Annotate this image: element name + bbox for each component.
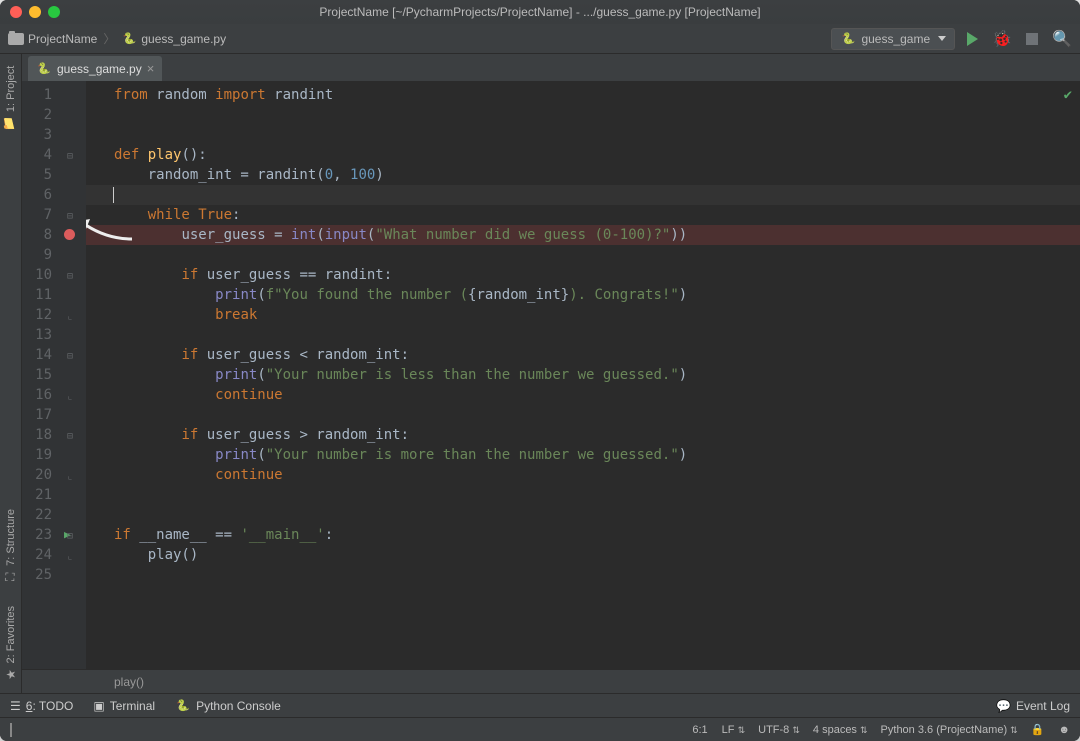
- caret-position-indicator[interactable]: 6:1: [692, 724, 707, 736]
- editor-tab-label: guess_game.py: [57, 62, 142, 76]
- gutter[interactable]: 1234567891011121314151617181920212223242…: [22, 81, 86, 669]
- code-line[interactable]: break: [86, 305, 1080, 325]
- favorites-tool-window-tab[interactable]: ★2: Favorites: [1, 594, 21, 693]
- code-editor[interactable]: ✔ 12345678910111213141516171819202122232…: [22, 81, 1080, 669]
- main-body: 📁1: Project ⛶7: Structure ★2: Favorites …: [0, 54, 1080, 693]
- code-line[interactable]: [86, 125, 1080, 145]
- breadcrumb-file[interactable]: guess_game.py: [141, 32, 226, 46]
- window-title: ProjectName [~/PycharmProjects/ProjectNa…: [0, 5, 1080, 19]
- line-numbers: 1234567891011121314151617181920212223242…: [22, 81, 58, 669]
- ide-status-icon[interactable]: ☻: [1058, 724, 1070, 736]
- code-line[interactable]: print(f"You found the number ({random_in…: [86, 285, 1080, 305]
- code-crumb[interactable]: play(): [114, 675, 144, 689]
- stop-button[interactable]: [1026, 33, 1038, 45]
- code-line[interactable]: def play():: [86, 145, 1080, 165]
- code-line[interactable]: print("Your number is less than the numb…: [86, 365, 1080, 385]
- event-log-tool-window-tab[interactable]: 💬Event Log: [996, 699, 1070, 713]
- terminal-tool-window-tab[interactable]: ▣Terminal: [93, 699, 155, 713]
- python-file-icon: [121, 31, 137, 47]
- search-everywhere-button[interactable]: 🔍: [1052, 29, 1072, 49]
- close-window-button[interactable]: [10, 6, 22, 18]
- code-line[interactable]: [86, 485, 1080, 505]
- breakpoint-icon[interactable]: [64, 229, 75, 240]
- code-line[interactable]: [86, 185, 1080, 205]
- editor-tab[interactable]: guess_game.py ×: [28, 56, 162, 81]
- fold-icon[interactable]: ⊟: [67, 531, 73, 542]
- python-icon: [175, 698, 191, 714]
- code-line[interactable]: from random import randint: [86, 85, 1080, 105]
- code-line[interactable]: [86, 245, 1080, 265]
- tool-window-bar-left: 📁1: Project ⛶7: Structure ★2: Favorites: [0, 54, 22, 693]
- zoom-window-button[interactable]: [48, 6, 60, 18]
- fold-end-icon: ⌞: [67, 391, 73, 402]
- status-bar: 6:1 LF ⇅ UTF-8 ⇅ 4 spaces ⇅ Python 3.6 (…: [0, 717, 1080, 741]
- run-button[interactable]: [967, 32, 978, 46]
- code-breadcrumbs[interactable]: play(): [22, 669, 1080, 693]
- fold-icon[interactable]: ⊟: [67, 271, 73, 282]
- window-controls: [0, 6, 60, 18]
- breadcrumb: ProjectName 〉 guess_game.py: [8, 30, 226, 47]
- code-line[interactable]: continue: [86, 465, 1080, 485]
- fold-end-icon: ⌞: [67, 471, 73, 482]
- ide-window: ProjectName [~/PycharmProjects/ProjectNa…: [0, 0, 1080, 741]
- code-area[interactable]: from random import randint def play(): ra…: [86, 81, 1080, 669]
- code-line[interactable]: play(): [86, 545, 1080, 565]
- chevron-down-icon: [938, 36, 946, 41]
- python-file-icon: [36, 61, 52, 77]
- lock-icon[interactable]: 🔒: [1031, 723, 1045, 736]
- code-line[interactable]: [86, 505, 1080, 525]
- debug-button[interactable]: 🐞: [992, 29, 1012, 49]
- fold-end-icon: ⌞: [67, 551, 73, 562]
- folder-icon: [8, 33, 24, 45]
- breadcrumb-project[interactable]: ProjectName: [28, 32, 97, 46]
- code-line[interactable]: continue: [86, 385, 1080, 405]
- python-file-icon: [840, 31, 856, 47]
- code-line[interactable]: [86, 405, 1080, 425]
- project-tool-window-tab[interactable]: 📁1: Project: [1, 54, 21, 143]
- gutter-markers[interactable]: ▶⊟⊟⊟⊟⊟⊟⌞⌞⌞⌞: [58, 81, 86, 669]
- editor-area: guess_game.py × ✔ 1234567891011121314151…: [22, 54, 1080, 693]
- indent-indicator[interactable]: 4 spaces ⇅: [813, 724, 867, 736]
- encoding-indicator[interactable]: UTF-8 ⇅: [758, 724, 799, 736]
- todo-tool-window-tab[interactable]: ☰6: TODO: [10, 699, 73, 713]
- code-line[interactable]: if user_guess < random_int:: [86, 345, 1080, 365]
- fold-icon[interactable]: ⊟: [67, 211, 73, 222]
- fold-icon[interactable]: ⊟: [67, 431, 73, 442]
- close-tab-button[interactable]: ×: [147, 61, 155, 76]
- code-line[interactable]: random_int = randint(0, 100): [86, 165, 1080, 185]
- tool-window-bar-bottom: ☰6: TODO ▣Terminal Python Console 💬Event…: [0, 693, 1080, 717]
- tool-window-quick-access-icon[interactable]: [10, 723, 12, 737]
- code-line[interactable]: [86, 565, 1080, 585]
- code-line[interactable]: if __name__ == '__main__':: [86, 525, 1080, 545]
- editor-tabs: guess_game.py ×: [22, 54, 1080, 81]
- fold-end-icon: ⌞: [67, 311, 73, 322]
- fold-icon[interactable]: ⊟: [67, 151, 73, 162]
- titlebar: ProjectName [~/PycharmProjects/ProjectNa…: [0, 0, 1080, 24]
- python-console-tool-window-tab[interactable]: Python Console: [175, 698, 281, 714]
- run-configuration-label: guess_game: [861, 32, 930, 46]
- code-line[interactable]: if user_guess > random_int:: [86, 425, 1080, 445]
- navigation-toolbar: ProjectName 〉 guess_game.py guess_game 🐞…: [0, 24, 1080, 54]
- run-actions: 🐞 🔍: [967, 29, 1072, 49]
- code-line[interactable]: if user_guess == randint:: [86, 265, 1080, 285]
- minimize-window-button[interactable]: [29, 6, 41, 18]
- breadcrumb-separator: 〉: [103, 30, 115, 47]
- structure-tool-window-tab[interactable]: ⛶7: Structure: [1, 497, 21, 594]
- code-line[interactable]: while True:: [86, 205, 1080, 225]
- line-separator-indicator[interactable]: LF ⇅: [722, 724, 744, 736]
- run-configuration-selector[interactable]: guess_game: [831, 28, 955, 50]
- interpreter-indicator[interactable]: Python 3.6 (ProjectName) ⇅: [881, 724, 1017, 736]
- code-line[interactable]: print("Your number is more than the numb…: [86, 445, 1080, 465]
- code-line[interactable]: user_guess = int(input("What number did …: [86, 225, 1080, 245]
- code-line[interactable]: [86, 105, 1080, 125]
- fold-icon[interactable]: ⊟: [67, 351, 73, 362]
- code-line[interactable]: [86, 325, 1080, 345]
